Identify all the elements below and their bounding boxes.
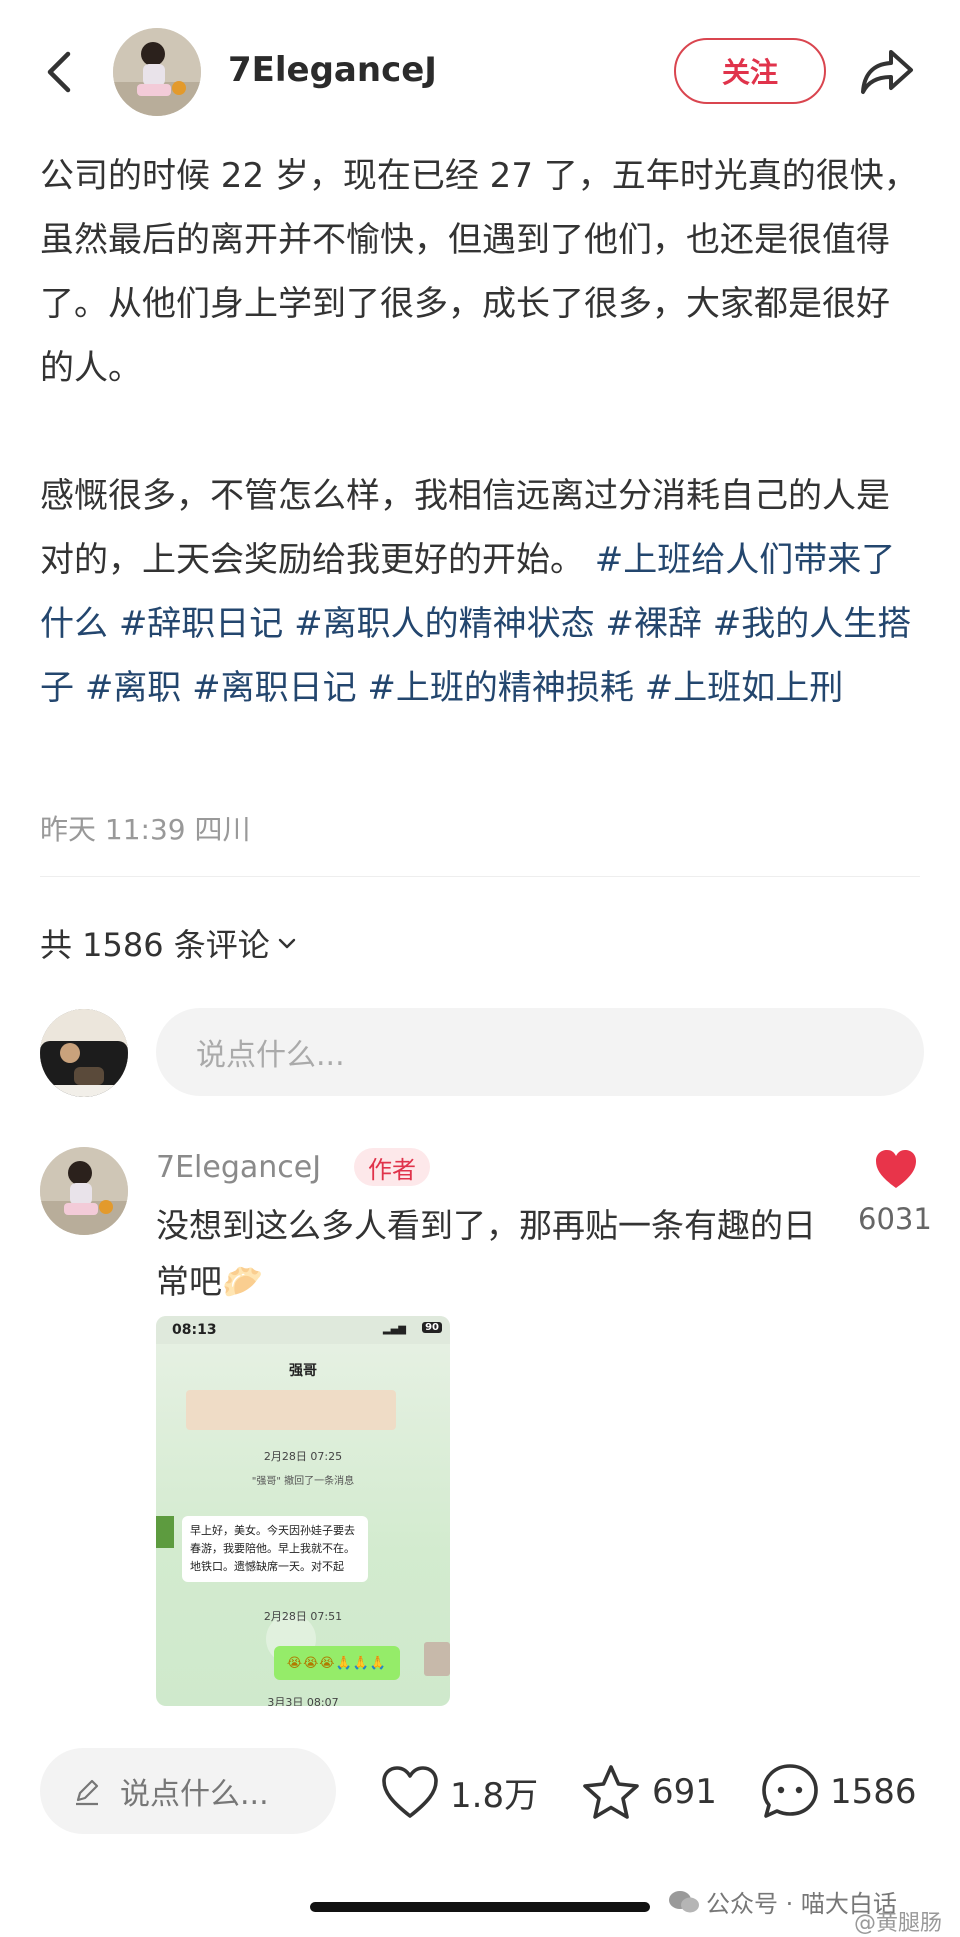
comment-text: 没想到这么多人看到了，那再贴一条有趣的日常吧🥟 — [156, 1198, 836, 1310]
favorite-button[interactable]: 691 — [580, 1757, 717, 1827]
post-paragraph-2: 感慨很多，不管怎么样，我相信远离过分消耗自己的人是对的，上天会奖励给我更好的开始… — [40, 464, 920, 720]
comment-count-label: 共 1586 条评论 — [40, 926, 270, 964]
chat-timestamp-2: 2月28日 07:51 — [263, 1610, 343, 1623]
comment-bubble-icon — [762, 1764, 818, 1818]
hashtag-link[interactable]: #裸辞 — [605, 604, 712, 644]
chat-reply-bubble: 😭😭😭🙏🙏🙏 — [274, 1646, 400, 1680]
hashtag-link[interactable]: #上班如上刑 — [645, 668, 844, 708]
username[interactable]: 7EleganceJ — [228, 50, 437, 90]
comment-avatar[interactable] — [40, 1147, 128, 1235]
watermark-handle: @黄腿肠 — [854, 1911, 943, 1936]
comment-image[interactable]: 08:13 ▂▄▆ 90 强哥 2月28日 07:25 "强哥" 撤回了一条消息… — [156, 1316, 450, 1706]
divider — [40, 876, 920, 877]
share-icon[interactable] — [857, 44, 917, 100]
comment-input[interactable]: 说点什么... — [156, 1008, 924, 1096]
comment-button[interactable]: 1586 — [760, 1757, 917, 1827]
heart-filled-icon[interactable] — [874, 1148, 918, 1190]
pencil-icon — [76, 1779, 99, 1806]
avatar-image — [113, 28, 201, 116]
like-button[interactable]: 1.8万 — [380, 1757, 538, 1827]
battery-icon: 90 — [422, 1322, 442, 1333]
hashtag-link[interactable]: #离职人的精神状态 — [294, 604, 605, 644]
post-body: 公司的时候 22 岁，现在已经 27 了，五年时光真的很快，虽然最后的离开并不愉… — [40, 144, 920, 720]
blurred-message — [186, 1390, 396, 1430]
author-badge: 作者 — [354, 1148, 430, 1186]
sender-thumbnail — [156, 1516, 174, 1548]
follow-button[interactable]: 关注 — [674, 38, 826, 104]
post-meta: 昨天 11:39 四川 — [40, 813, 251, 846]
chat-timestamp-3: 3月3日 08:07 — [267, 1696, 339, 1706]
bottom-input-placeholder: 说点什么... — [120, 1777, 269, 1812]
hashtag-link[interactable]: #辞职日记 — [119, 604, 294, 644]
like-count: 1.8万 — [450, 1775, 539, 1816]
favorite-count: 691 — [652, 1772, 717, 1812]
wechat-icon — [669, 1890, 699, 1912]
heart-icon — [382, 1766, 438, 1818]
my-avatar-image — [40, 1009, 128, 1097]
comment-avatar-image — [40, 1147, 128, 1235]
comment-author-name[interactable]: 7EleganceJ — [156, 1150, 321, 1185]
bottom-comment-input[interactable]: 说点什么... — [40, 1748, 336, 1834]
my-avatar — [40, 1009, 128, 1097]
chat-title: 强哥 — [289, 1363, 317, 1379]
status-time: 08:13 — [172, 1322, 217, 1338]
post-paragraph: 公司的时候 22 岁，现在已经 27 了，五年时光真的很快，虽然最后的离开并不愉… — [40, 156, 918, 388]
hashtag-link[interactable]: #离职 — [85, 668, 192, 708]
status-bar: 08:13 ▂▄▆ 90 — [156, 1316, 450, 1344]
star-icon — [583, 1765, 639, 1819]
back-icon[interactable] — [40, 48, 80, 96]
home-indicator[interactable] — [310, 1902, 650, 1912]
chat-system-message: "强哥" 撤回了一条消息 — [251, 1476, 355, 1487]
comment-like-count: 6031 — [858, 1202, 932, 1236]
chat-timestamp: 2月28日 07:25 — [263, 1450, 343, 1463]
comment-count: 1586 — [830, 1772, 917, 1812]
avatar[interactable] — [113, 28, 201, 116]
dumpling-emoji-icon: 🥟 — [222, 1262, 264, 1301]
hashtag-link[interactable]: #离职日记 — [192, 668, 367, 708]
chevron-down-icon — [278, 938, 295, 949]
hashtag-link[interactable]: #上班的精神损耗 — [367, 668, 644, 708]
chat-message: 早上好，美女。今天因孙娃子要去春游，我要陪他。早上我就不在。地铁口。遗憾缺席一天… — [182, 1516, 368, 1582]
comment-count-toggle[interactable]: 共 1586 条评论 — [40, 920, 298, 966]
signal-icon: ▂▄▆ — [382, 1324, 406, 1335]
chat-own-avatar — [424, 1642, 450, 1676]
